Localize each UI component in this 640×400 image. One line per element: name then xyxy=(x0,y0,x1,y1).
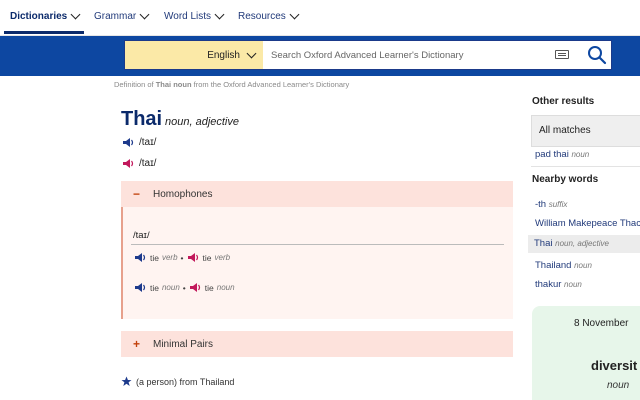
nearby-pos: suffix xyxy=(548,200,568,209)
other-result-link[interactable]: pad thai noun xyxy=(535,149,589,160)
nav-word-lists[interactable]: Word Lists xyxy=(164,9,225,22)
homophone-row: tie noun • tie noun xyxy=(134,282,235,293)
keyboard-icon[interactable] xyxy=(555,50,569,59)
homophones-pron: /taɪ/ xyxy=(133,230,150,241)
homophone-word[interactable]: tie xyxy=(150,253,159,263)
minimal-pairs-title: Minimal Pairs xyxy=(153,338,214,350)
collapse-icon: − xyxy=(133,187,141,201)
headword: Thai xyxy=(121,108,163,130)
sense-note-text: (a person) from Thailand xyxy=(136,376,235,387)
homophone-pos: noun xyxy=(161,283,180,292)
speaker-uk-icon[interactable] xyxy=(134,252,147,263)
chevron-down-icon xyxy=(214,9,225,20)
homophone-pos: verb xyxy=(161,253,178,262)
wotd-date: 8 November xyxy=(574,318,629,329)
homophone-pos: verb xyxy=(214,253,231,262)
nav-resources-label: Resources xyxy=(238,11,286,22)
nav-resources[interactable]: Resources xyxy=(238,9,300,22)
nearby-word: thakur xyxy=(535,279,562,290)
search-input[interactable] xyxy=(271,45,541,65)
star-icon xyxy=(121,376,132,386)
active-tab-indicator xyxy=(4,31,84,34)
top-nav: Dictionaries Grammar Word Lists Resource… xyxy=(0,0,640,36)
homophone-word[interactable]: tie xyxy=(205,283,214,293)
nav-grammar[interactable]: Grammar xyxy=(94,9,150,22)
chevron-down-icon xyxy=(139,9,150,20)
expand-icon: + xyxy=(133,337,141,351)
separator: • xyxy=(180,252,184,263)
nav-dictionaries-label: Dictionaries xyxy=(10,11,68,22)
nearby-word-current[interactable]: Thai noun, adjective xyxy=(528,235,640,253)
speaker-us-icon[interactable] xyxy=(122,158,135,169)
nav-word-lists-label: Word Lists xyxy=(164,11,212,22)
speaker-uk-icon[interactable] xyxy=(122,137,135,148)
breadcrumb-prefix: Definition of xyxy=(114,80,156,89)
nearby-word: William Makepeace Thac xyxy=(535,218,640,229)
pron-uk: /taɪ/ xyxy=(122,137,156,148)
nav-dictionaries[interactable]: Dictionaries xyxy=(10,9,81,22)
nearby-pos: noun, adjective xyxy=(555,239,609,248)
chevron-down-icon xyxy=(70,9,81,20)
homophone-row: tie verb • tie verb xyxy=(134,252,230,263)
nav-grammar-label: Grammar xyxy=(94,11,137,22)
homophones-toggle[interactable]: − Homophones xyxy=(121,181,513,207)
minimal-pairs-toggle[interactable]: + Minimal Pairs xyxy=(121,331,513,357)
homophones-title: Homophones xyxy=(153,188,213,200)
homophone-word[interactable]: tie xyxy=(203,253,212,263)
divider xyxy=(131,244,504,245)
other-result-word: pad thai xyxy=(535,149,569,160)
breadcrumb: Definition of Thai noun from the Oxford … xyxy=(114,80,349,89)
homophones-panel: − Homophones xyxy=(121,181,513,319)
nearby-pos: noun xyxy=(564,280,582,289)
wotd-word[interactable]: diversit xyxy=(591,358,637,373)
pron-us: /taɪ/ xyxy=(122,158,156,169)
speaker-uk-icon[interactable] xyxy=(134,282,147,293)
homophone-pos: noun xyxy=(216,283,235,292)
all-matches-button[interactable]: All matches xyxy=(531,115,640,147)
homophones-body xyxy=(121,207,513,319)
homophone-word[interactable]: tie xyxy=(150,283,159,293)
minimal-pairs-panel: + Minimal Pairs xyxy=(121,331,513,357)
speaker-us-icon[interactable] xyxy=(187,252,200,263)
other-result-pos: noun xyxy=(571,150,590,159)
nearby-word-link[interactable]: Thailand noun xyxy=(535,260,592,271)
speaker-us-icon[interactable] xyxy=(189,282,202,293)
chevron-down-icon xyxy=(289,9,300,20)
language-label: English xyxy=(207,49,240,61)
nearby-word-link[interactable]: thakur noun xyxy=(535,279,582,290)
pron-us-text: /taɪ/ xyxy=(139,158,157,169)
other-results-heading: Other results xyxy=(532,96,595,107)
chevron-down-icon xyxy=(246,48,257,58)
divider xyxy=(531,166,640,167)
wotd-pos: noun xyxy=(607,380,630,391)
separator: • xyxy=(182,282,186,293)
search-icon[interactable] xyxy=(587,45,607,65)
breadcrumb-term: Thai noun xyxy=(155,80,192,89)
search-box: English xyxy=(124,40,612,70)
nearby-pos: noun xyxy=(574,261,592,270)
sense-note: (a person) from Thailand xyxy=(121,376,234,387)
nearby-word: Thailand xyxy=(535,260,572,271)
nearby-words-heading: Nearby words xyxy=(532,174,599,185)
part-of-speech: noun, adjective xyxy=(165,116,239,128)
breadcrumb-suffix: from the Oxford Advanced Learner's Dicti… xyxy=(191,80,350,89)
nearby-word: -th xyxy=(535,199,547,210)
nearby-word-link[interactable]: William Makepeace Thac xyxy=(535,218,640,229)
pron-uk-text: /taɪ/ xyxy=(139,137,157,148)
nearby-word: Thai xyxy=(534,238,553,249)
nearby-word-link[interactable]: -th suffix xyxy=(535,199,567,210)
language-select[interactable]: English xyxy=(125,41,263,69)
